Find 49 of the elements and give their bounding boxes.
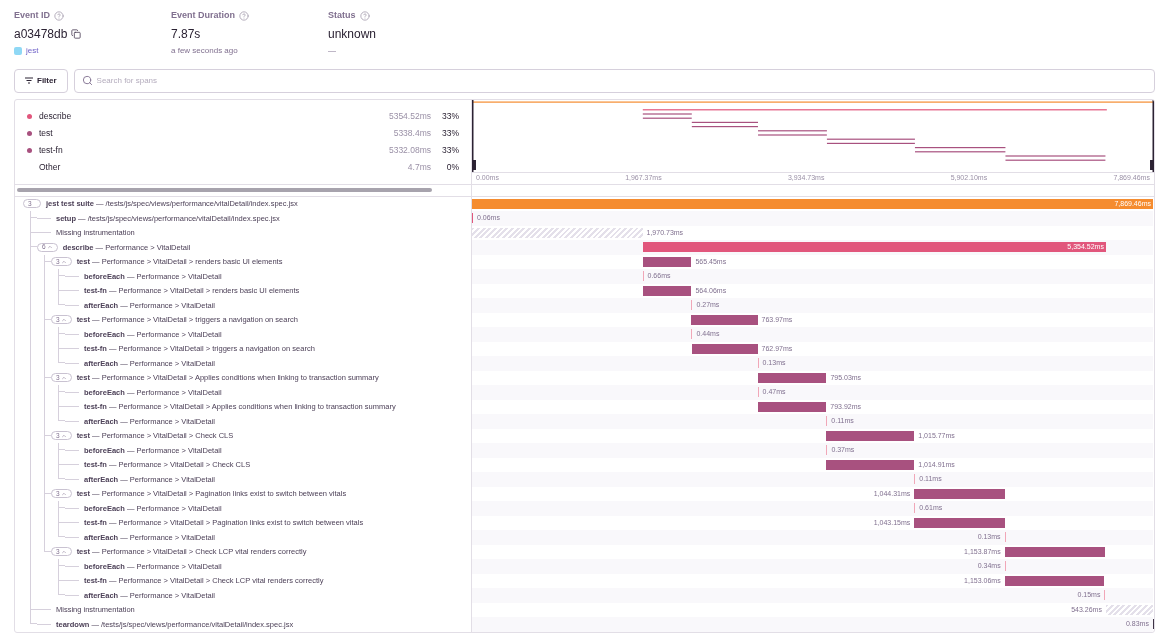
legend-name: describe bbox=[39, 109, 72, 123]
span-bar[interactable] bbox=[691, 314, 758, 325]
field-value: 7.87s bbox=[171, 25, 201, 43]
span-bar[interactable] bbox=[1004, 546, 1105, 557]
chevron-up-icon bbox=[60, 316, 67, 323]
legend-name: test-fn bbox=[39, 143, 63, 157]
field-value: a03478db bbox=[14, 25, 68, 43]
field-subtext: — bbox=[328, 44, 336, 57]
search-icon bbox=[81, 74, 93, 86]
project-icon bbox=[14, 46, 22, 55]
filter-button[interactable]: Filter bbox=[14, 68, 68, 93]
copy-icon[interactable] bbox=[71, 28, 82, 39]
legend-duration: 5332.08ms bbox=[388, 143, 431, 157]
chevron-up-icon bbox=[60, 548, 67, 555]
field-label: Event ID bbox=[14, 9, 50, 22]
span-bar[interactable] bbox=[642, 256, 692, 267]
span-bar[interactable] bbox=[642, 285, 692, 296]
span-bar[interactable] bbox=[914, 488, 1005, 499]
filter-icon bbox=[25, 77, 33, 84]
span-bar[interactable] bbox=[691, 343, 758, 354]
chevron-up-icon bbox=[60, 490, 67, 497]
chevron-up-icon bbox=[60, 374, 67, 381]
field-value: unknown bbox=[328, 25, 377, 43]
span-bar[interactable] bbox=[757, 372, 827, 383]
chevron-up-icon bbox=[60, 432, 67, 439]
span-bar[interactable] bbox=[757, 401, 827, 412]
legend-percent: 33% bbox=[441, 126, 459, 140]
legend-percent: 33% bbox=[441, 109, 459, 123]
help-icon[interactable] bbox=[239, 10, 249, 21]
field-label: Event Duration bbox=[171, 9, 235, 22]
field-label: Status bbox=[328, 9, 356, 22]
help-icon[interactable] bbox=[359, 10, 370, 21]
legend-name: Other bbox=[39, 160, 61, 174]
help-icon[interactable] bbox=[54, 10, 64, 21]
legend-duration: 5354.52ms bbox=[388, 109, 431, 123]
scrollbar-thumb[interactable] bbox=[17, 188, 432, 192]
legend-percent: 0% bbox=[445, 160, 459, 174]
span-bar[interactable] bbox=[826, 430, 915, 441]
legend-name: test bbox=[39, 126, 53, 140]
legend-duration: 5338.4ms bbox=[393, 126, 431, 140]
legend-duration: 4.7ms bbox=[407, 160, 431, 174]
legend-percent: 33% bbox=[441, 143, 459, 157]
search-field[interactable]: Search for spans bbox=[73, 68, 1155, 93]
span-bar[interactable] bbox=[826, 459, 915, 470]
span-bar[interactable] bbox=[1004, 575, 1105, 586]
field-subtext: a few seconds ago bbox=[171, 44, 238, 57]
missing-instrumentation-bar bbox=[1105, 604, 1153, 615]
project-link[interactable]: jest bbox=[26, 44, 39, 57]
span-bar[interactable] bbox=[914, 517, 1005, 528]
